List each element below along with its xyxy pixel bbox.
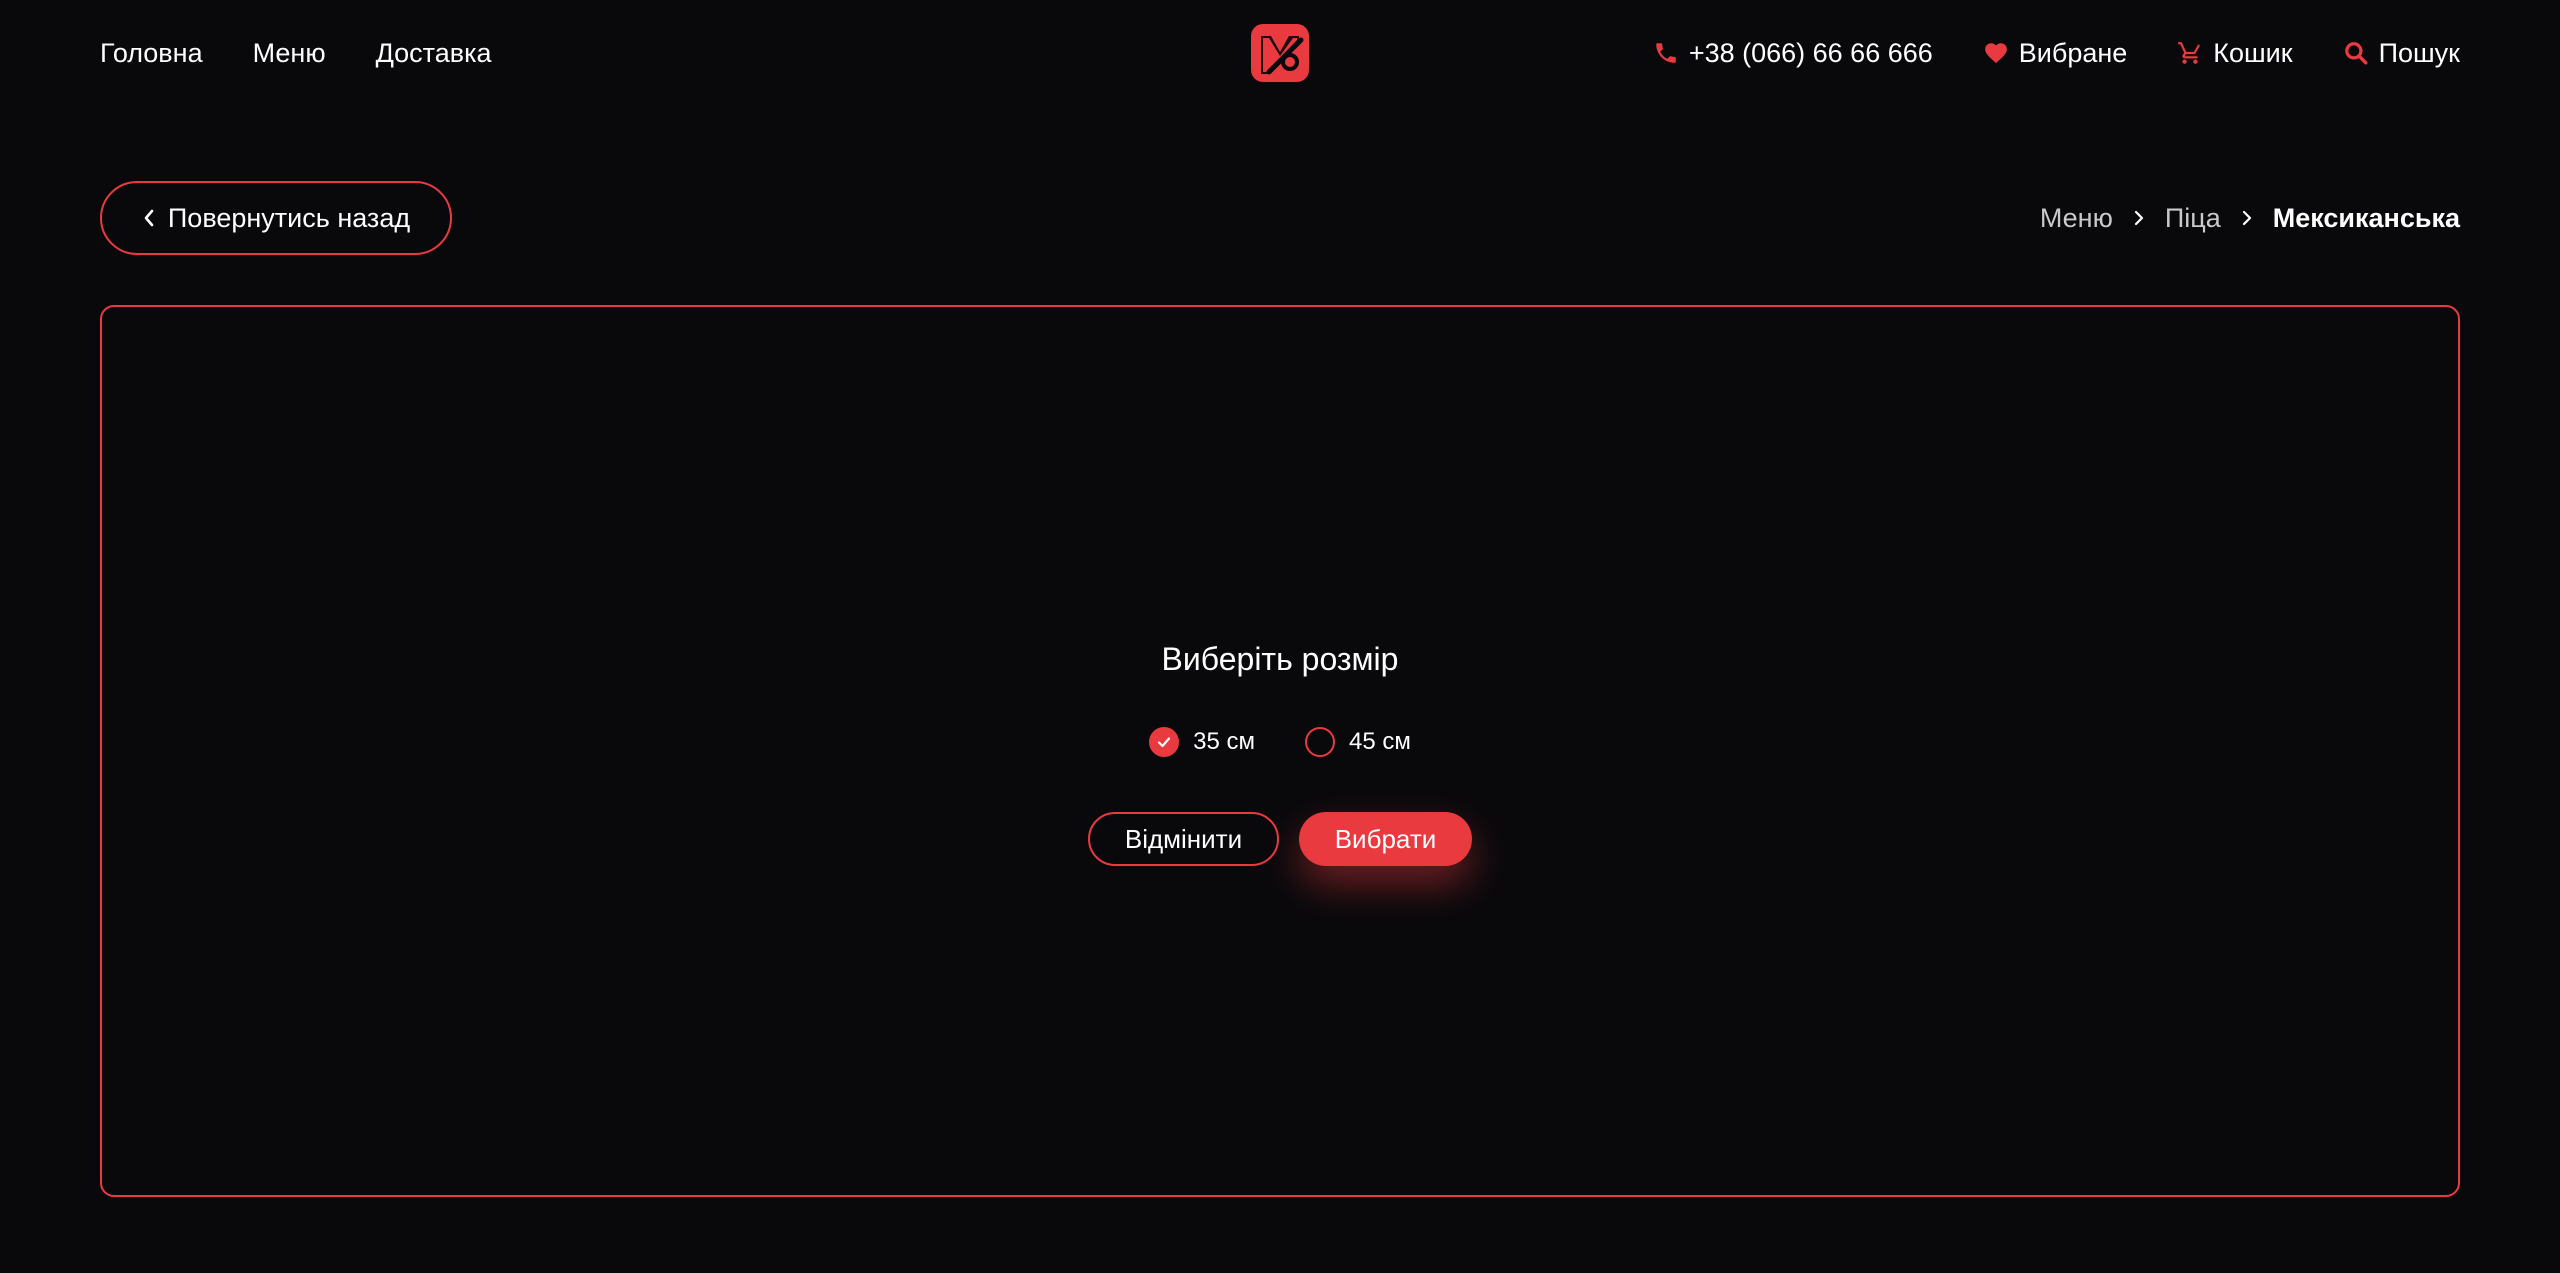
radio-checked-icon[interactable] <box>1149 727 1180 757</box>
radio-unchecked-icon[interactable] <box>1305 727 1335 757</box>
search-label: Пошук <box>2378 38 2460 68</box>
chevron-right-icon <box>2133 209 2145 227</box>
nav-link-home[interactable]: Головна <box>100 34 203 72</box>
size-option-35[interactable]: 35 см <box>1149 727 1255 757</box>
heart-icon <box>1983 40 2009 66</box>
header-actions: +38 (066) 66 66 666 Вибране Кошик Пошук <box>1653 34 2460 72</box>
chevron-left-icon <box>142 208 156 228</box>
dialog-actions: Відмінити Вибрати <box>102 812 2458 866</box>
cancel-button[interactable]: Відмінити <box>1088 812 1279 866</box>
size-option-label: 35 см <box>1193 728 1255 755</box>
favorites-label: Вибране <box>2018 38 2128 68</box>
phone-link[interactable]: +38 (066) 66 66 666 <box>1653 34 1933 72</box>
phone-number: +38 (066) 66 66 666 <box>1688 38 1933 68</box>
size-option-45[interactable]: 45 см <box>1305 727 1411 757</box>
phone-icon <box>1653 40 1679 66</box>
nav-link-menu[interactable]: Меню <box>253 34 326 72</box>
size-dialog-title: Виберіть розмір <box>1161 641 1399 677</box>
main-nav: Головна Меню Доставка <box>100 34 492 72</box>
breadcrumb-item-menu[interactable]: Меню <box>2040 199 2113 237</box>
brand-logo-icon[interactable] <box>1249 22 1311 84</box>
back-button-label: Повернутись назад <box>167 202 411 233</box>
nav-link-delivery[interactable]: Доставка <box>376 34 492 72</box>
cart-label: Кошик <box>2213 38 2293 68</box>
confirm-button[interactable]: Вибрати <box>1299 812 1472 866</box>
breadcrumb: Меню Піца Мексиканська <box>2040 199 2460 237</box>
chevron-right-icon <box>2241 209 2253 227</box>
breadcrumb-item-pizza[interactable]: Піца <box>2165 199 2221 237</box>
back-button[interactable]: Повернутись назад <box>100 181 452 255</box>
search-link[interactable]: Пошук <box>2343 34 2460 72</box>
cart-icon <box>2177 40 2203 66</box>
size-option-label: 45 см <box>1349 728 1411 755</box>
breadcrumb-item-current: Мексиканська <box>2272 203 2460 233</box>
cart-link[interactable]: Кошик <box>2177 34 2293 72</box>
size-selection-panel: Виберіть розмір 35 см 45 см Відмінити Ви… <box>100 305 2460 1197</box>
size-options: 35 см 45 см <box>102 727 2458 757</box>
site-header: Головна Меню Доставка +38 (066) 66 66 66… <box>0 0 2560 106</box>
search-icon <box>2343 40 2369 66</box>
favorites-link[interactable]: Вибране <box>1983 34 2128 72</box>
